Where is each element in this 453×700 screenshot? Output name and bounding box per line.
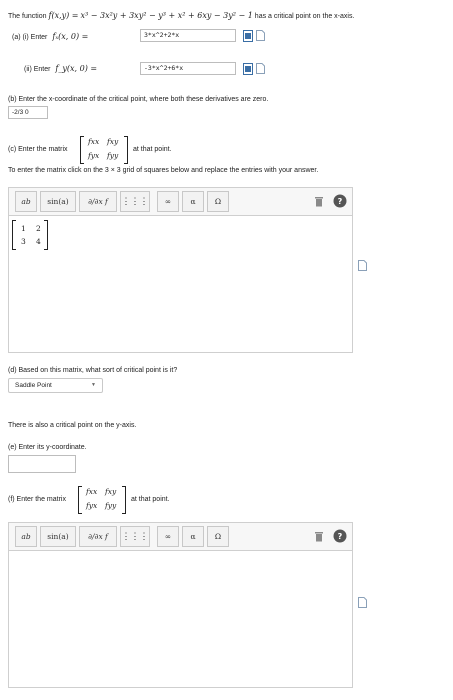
matrix-instruction: To enter the matrix click on the 3 × 3 g… <box>8 167 319 174</box>
critical-point-type-select[interactable]: Saddle Point ▼ <box>8 378 103 393</box>
matrix-grid-button[interactable]: ⋮⋮⋮ <box>120 191 150 212</box>
part-a-i-text: (a) (i) Enter <box>12 34 48 41</box>
matrix-cell[interactable]: 3 <box>21 237 26 246</box>
fy-answer-input[interactable]: -3*x^2+6*x <box>140 62 236 75</box>
part-c-suffix: at that point. <box>133 146 172 153</box>
alpha-button[interactable]: α <box>182 191 204 212</box>
svg-text:?: ? <box>338 197 343 206</box>
hessian-fxy: fxy <box>107 137 119 146</box>
matrix-cell[interactable]: 2 <box>36 224 41 233</box>
problem-statement: The function f(x,y) = x³ − 3x²y + 3xy² −… <box>8 11 354 20</box>
help-icon[interactable]: ? <box>333 529 347 543</box>
hessian-fxx: fxx <box>88 137 100 146</box>
hessian-fyy: fyy <box>105 501 117 510</box>
help-icon[interactable]: ? <box>333 194 347 208</box>
select-value: Saddle Point <box>15 382 52 389</box>
function-lhs: f(x,y) = <box>48 11 79 20</box>
y-axis-text: There is also a critical point on the y-… <box>8 422 137 429</box>
part-a-ii-text: (ii) Enter <box>24 66 51 73</box>
superscript-button[interactable]: ab <box>15 191 37 212</box>
sin-button[interactable]: sin(a) <box>40 526 76 547</box>
part-f-suffix: at that point. <box>131 496 170 503</box>
hessian-fyy: fyy <box>107 151 119 160</box>
hessian-fyx: fyx <box>88 151 100 160</box>
part-a-i-label: (a) (i) Enter fₓ(x, 0) = <box>12 32 88 41</box>
document-icon[interactable] <box>256 30 265 41</box>
part-c-prefix: (c) Enter the matrix <box>8 146 68 153</box>
hessian-fxy: fxy <box>105 487 117 496</box>
hessian-matrix-symbol: fxx fxy fyx fyy <box>78 486 126 514</box>
infinity-button[interactable]: ∞ <box>157 191 179 212</box>
derivative-button[interactable]: ∂/∂x f <box>79 191 117 212</box>
fx-answer-input[interactable]: 3*x^2+2*x <box>140 29 236 42</box>
y-coordinate-input[interactable] <box>8 455 76 473</box>
hessian-fxx: fxx <box>86 487 98 496</box>
part-a-i-lhs: fₓ(x, 0) = <box>52 32 89 41</box>
critical-point-x-input[interactable]: -2/3 0 <box>8 106 48 119</box>
matrix-editor[interactable]: 1 2 3 4 <box>8 215 353 353</box>
trash-icon[interactable] <box>314 196 324 207</box>
part-d-text: (d) Based on this matrix, what sort of c… <box>8 367 178 374</box>
function-rhs: x³ − 3x²y + 3xy² − y³ + x² + 6xy − 3y² −… <box>80 11 253 20</box>
document-icon[interactable] <box>358 260 367 271</box>
part-b-text: (b) Enter the x-coordinate of the critic… <box>8 96 269 103</box>
omega-button[interactable]: Ω <box>207 526 229 547</box>
preview-icon[interactable] <box>243 30 253 42</box>
derivative-button[interactable]: ∂/∂x f <box>79 526 117 547</box>
matrix-cell[interactable]: 1 <box>21 224 26 233</box>
sin-button[interactable]: sin(a) <box>40 191 76 212</box>
document-icon[interactable] <box>358 597 367 608</box>
part-e-text: (e) Enter its y-coordinate. <box>8 444 87 451</box>
part-a-ii-label: (ii) Enter f_y(x, 0) = <box>24 64 97 73</box>
part-a-ii-lhs: f_y(x, 0) = <box>55 64 98 73</box>
infinity-button[interactable]: ∞ <box>157 526 179 547</box>
intro-prefix: The function <box>8 13 47 20</box>
math-toolbar: ab sin(a) ∂/∂x f ⋮⋮⋮ ∞ α Ω ? <box>8 522 353 550</box>
intro-suffix: has a critical point on the x-axis. <box>254 13 355 20</box>
alpha-button[interactable]: α <box>182 526 204 547</box>
chevron-down-icon: ▼ <box>91 382 96 388</box>
document-icon[interactable] <box>256 63 265 74</box>
matrix-editor[interactable] <box>8 550 353 688</box>
matrix-cell[interactable]: 4 <box>36 237 41 246</box>
hessian-fyx: fyx <box>86 501 98 510</box>
superscript-button[interactable]: ab <box>15 526 37 547</box>
part-f-prefix: (f) Enter the matrix <box>8 496 66 503</box>
preview-icon[interactable] <box>243 63 253 75</box>
matrix-grid-button[interactable]: ⋮⋮⋮ <box>120 526 150 547</box>
trash-icon[interactable] <box>314 531 324 542</box>
hessian-matrix-symbol: fxx fxy fyx fyy <box>80 136 128 164</box>
answer-matrix: 1 2 3 4 <box>12 220 48 250</box>
svg-text:?: ? <box>338 532 343 541</box>
math-toolbar: ab sin(a) ∂/∂x f ⋮⋮⋮ ∞ α Ω ? <box>8 187 353 215</box>
omega-button[interactable]: Ω <box>207 191 229 212</box>
